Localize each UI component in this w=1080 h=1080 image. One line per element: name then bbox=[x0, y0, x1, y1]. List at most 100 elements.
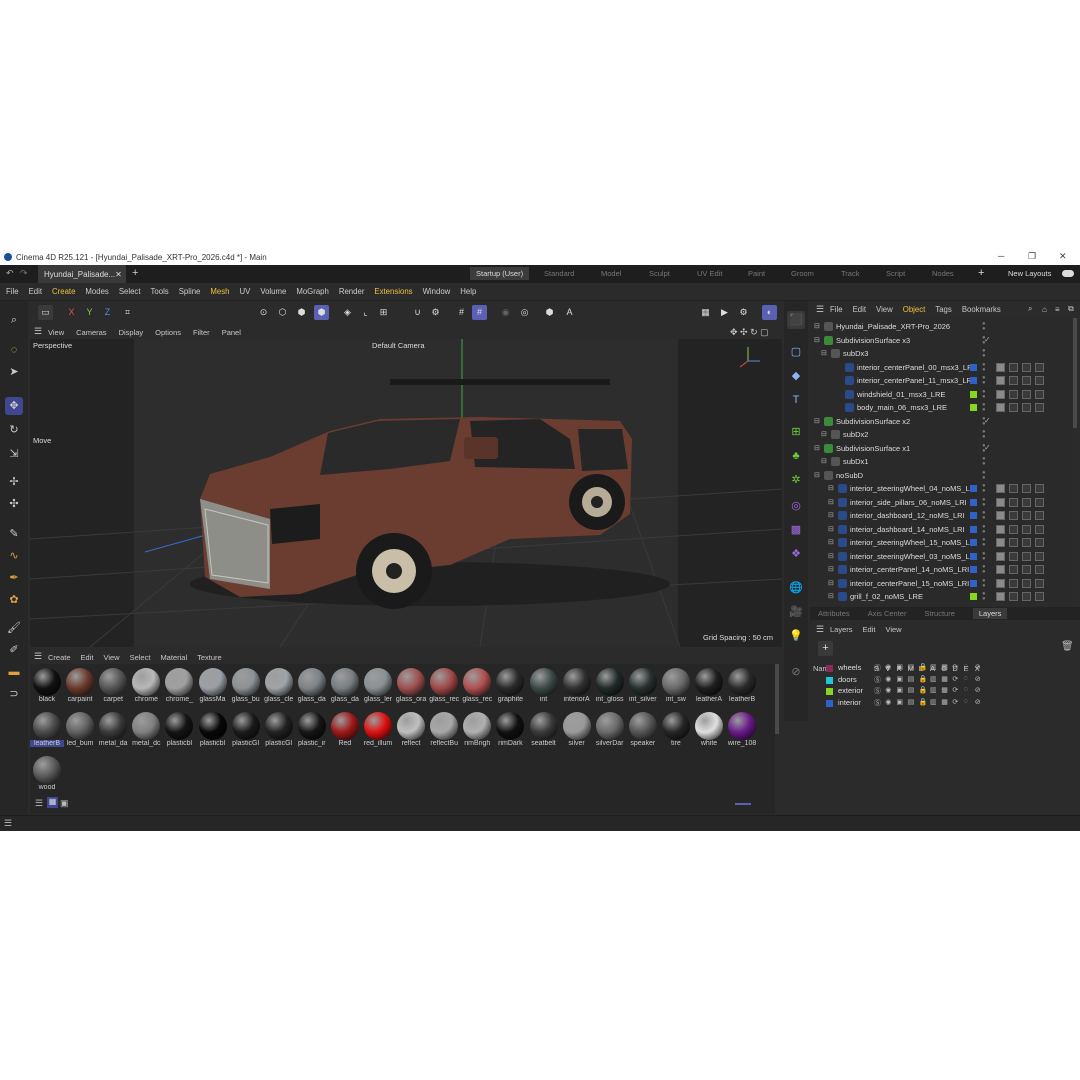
object-scrollbar[interactable] bbox=[1073, 318, 1077, 428]
object-row[interactable]: ⊟ interior_dashboard_12_noMS_LRI ● ● bbox=[810, 509, 1072, 523]
uvw-tag-icon[interactable] bbox=[1022, 538, 1031, 547]
vp-menu-view[interactable]: View bbox=[48, 328, 64, 337]
spline-shapes-icon[interactable]: ✿ bbox=[5, 591, 23, 609]
solo-settings-icon[interactable]: ◎ bbox=[517, 305, 532, 320]
layout-startup[interactable]: Startup (User) bbox=[470, 267, 530, 280]
settings-icon[interactable]: ⚙ bbox=[428, 305, 443, 320]
uvw-tag-icon[interactable] bbox=[1022, 565, 1031, 574]
material-swatch[interactable]: int_sw bbox=[660, 666, 692, 708]
visibility-dots[interactable]: ● ● bbox=[982, 470, 986, 481]
layout-paint[interactable]: Paint bbox=[748, 269, 765, 278]
grid-snap-icon[interactable]: # bbox=[472, 305, 487, 320]
material-swatch[interactable]: int bbox=[528, 666, 560, 708]
object-row[interactable]: ⊟ subDx1 ● ● bbox=[810, 455, 1072, 469]
material-tag-icon[interactable] bbox=[996, 551, 1005, 561]
material-swatch[interactable]: silver bbox=[561, 710, 593, 752]
camera-label[interactable]: Default Camera bbox=[372, 341, 425, 350]
material-swatch[interactable]: black bbox=[31, 666, 63, 708]
selection-tag-icon[interactable] bbox=[1035, 592, 1044, 601]
layer-flag-toggle[interactable]: ◉ bbox=[885, 686, 891, 694]
menu-window[interactable]: Window bbox=[423, 287, 451, 296]
layer-flag-toggle[interactable]: ▦ bbox=[941, 663, 948, 671]
material-swatch[interactable]: carpet bbox=[97, 666, 129, 708]
selection-tag-icon[interactable] bbox=[1035, 497, 1044, 507]
layer-row[interactable]: wheels Ⓢ ◉ ▣ ▤ 🔒 ▥ ▦ ⟳ ◌ ⊘ bbox=[810, 663, 1080, 674]
obj-menu-object[interactable]: Object bbox=[903, 305, 926, 314]
menu-file[interactable]: File bbox=[6, 287, 19, 296]
add-tab-icon[interactable]: + bbox=[132, 267, 138, 279]
selection-tag-icon[interactable] bbox=[1035, 511, 1044, 520]
coordinate-system-icon[interactable]: ⌗ bbox=[120, 305, 135, 320]
object-search-icon[interactable]: ⌕ bbox=[1028, 304, 1032, 314]
menu-modes[interactable]: Modes bbox=[85, 287, 108, 296]
material-swatch[interactable]: plasticGl bbox=[263, 710, 295, 752]
layer-color-tag[interactable] bbox=[970, 363, 977, 371]
obj-menu-edit[interactable]: Edit bbox=[853, 305, 866, 314]
effector-icon[interactable]: ❖ bbox=[787, 545, 805, 563]
material-swatch[interactable]: plastic_ir bbox=[296, 710, 328, 752]
material-swatch[interactable]: rimBrigh bbox=[461, 710, 493, 752]
checker-tag-icon[interactable] bbox=[1009, 565, 1018, 574]
layout-model[interactable]: Model bbox=[601, 269, 621, 278]
uvw-tag-icon[interactable] bbox=[1022, 524, 1031, 534]
mat-menu-edit[interactable]: Edit bbox=[81, 653, 94, 662]
layout-uvedit[interactable]: UV Edit bbox=[697, 269, 722, 278]
layer-color-tag[interactable] bbox=[970, 579, 977, 587]
enabled-check-icon[interactable]: ✓ bbox=[984, 443, 991, 452]
checker-tag-icon[interactable] bbox=[1009, 389, 1018, 399]
material-tag-icon[interactable] bbox=[996, 376, 1005, 385]
enabled-check-icon[interactable]: ✓ bbox=[984, 416, 991, 425]
object-row[interactable]: ⊟ SubdivisionSurface x1 ● ● ✓ bbox=[810, 442, 1072, 456]
layer-color-tag[interactable] bbox=[970, 566, 977, 573]
layer-flag-toggle[interactable]: ▦ bbox=[941, 675, 948, 683]
checker-tag-icon[interactable] bbox=[1009, 592, 1018, 601]
layer-flag-toggle[interactable]: ▤ bbox=[908, 698, 915, 706]
material-swatch[interactable]: plasticbl bbox=[163, 710, 195, 752]
layer-color-tag[interactable] bbox=[970, 512, 977, 519]
material-swatch[interactable]: led_bum bbox=[64, 710, 96, 752]
attribute-icon[interactable]: A bbox=[562, 305, 577, 320]
spline-icon[interactable]: ∿ bbox=[5, 547, 23, 565]
material-swatch[interactable]: wire_108 bbox=[726, 710, 758, 752]
render-settings-icon[interactable]: ⚙ bbox=[736, 305, 751, 320]
tab-structure[interactable]: Structure bbox=[924, 609, 954, 618]
obj-menu-file[interactable]: File bbox=[830, 305, 843, 314]
material-swatch[interactable]: glass_rec bbox=[428, 666, 460, 708]
layer-flag-toggle[interactable]: Ⓢ bbox=[874, 663, 881, 673]
material-swatch[interactable]: wood bbox=[31, 754, 63, 796]
points-mode-icon[interactable]: ⊙ bbox=[256, 305, 271, 320]
object-row[interactable]: body_main_06_msx3_LRE ● ● bbox=[810, 401, 1072, 415]
axis-x-toggle[interactable]: X bbox=[64, 305, 79, 320]
layer-flag-toggle[interactable]: ◉ bbox=[885, 663, 891, 671]
redo-icon[interactable]: ↷ bbox=[20, 268, 28, 279]
axis-tool-icon[interactable]: ✣ bbox=[5, 495, 23, 513]
workplane-icon[interactable]: ⊞ bbox=[376, 305, 391, 320]
visibility-dots[interactable]: ● ● bbox=[982, 524, 986, 535]
material-swatch[interactable]: Red bbox=[329, 710, 361, 752]
layer-color-swatch[interactable] bbox=[826, 676, 833, 684]
render-view-icon[interactable]: ▦ bbox=[698, 305, 713, 320]
polygons-mode-icon[interactable]: ⬢ bbox=[294, 305, 309, 320]
object-row[interactable]: ⊟ interior_steeringWheel_03_noMS_LRI ● ● bbox=[810, 550, 1072, 564]
object-row[interactable]: ⊟ subDx3 ● ● bbox=[810, 347, 1072, 361]
layout-standard[interactable]: Standard bbox=[544, 269, 574, 278]
material-tag-icon[interactable] bbox=[996, 389, 1005, 399]
document-tab[interactable]: Hyundai_Palisade... ✕ bbox=[38, 265, 126, 283]
tab-layers[interactable]: Layers bbox=[972, 608, 1008, 619]
object-row[interactable]: ⊟ interior_dashboard_14_noMS_LRI ● ● bbox=[810, 523, 1072, 537]
uvw-tag-icon[interactable] bbox=[1022, 362, 1031, 372]
layout-nodes[interactable]: Nodes bbox=[932, 269, 954, 278]
material-swatch[interactable]: leatherB bbox=[726, 666, 758, 708]
layer-flag-toggle[interactable]: ▣ bbox=[896, 663, 903, 671]
pen-tool-icon[interactable]: ✎ bbox=[5, 525, 23, 543]
layer-flag-toggle[interactable]: ⟳ bbox=[952, 686, 958, 694]
expand-icon[interactable]: ⊟ bbox=[828, 498, 834, 506]
material-swatch[interactable]: glass_da bbox=[296, 666, 328, 708]
layer-flag-toggle[interactable]: ◌ bbox=[964, 663, 968, 670]
layout-sculpt[interactable]: Sculpt bbox=[649, 269, 670, 278]
live-selection-icon[interactable]: ◌ bbox=[5, 341, 23, 359]
material-swatch[interactable]: glass_ler bbox=[362, 666, 394, 708]
material-tag-icon[interactable] bbox=[996, 362, 1005, 372]
material-swatch[interactable]: silverDar bbox=[594, 710, 626, 752]
layout-groom[interactable]: Groom bbox=[791, 269, 814, 278]
